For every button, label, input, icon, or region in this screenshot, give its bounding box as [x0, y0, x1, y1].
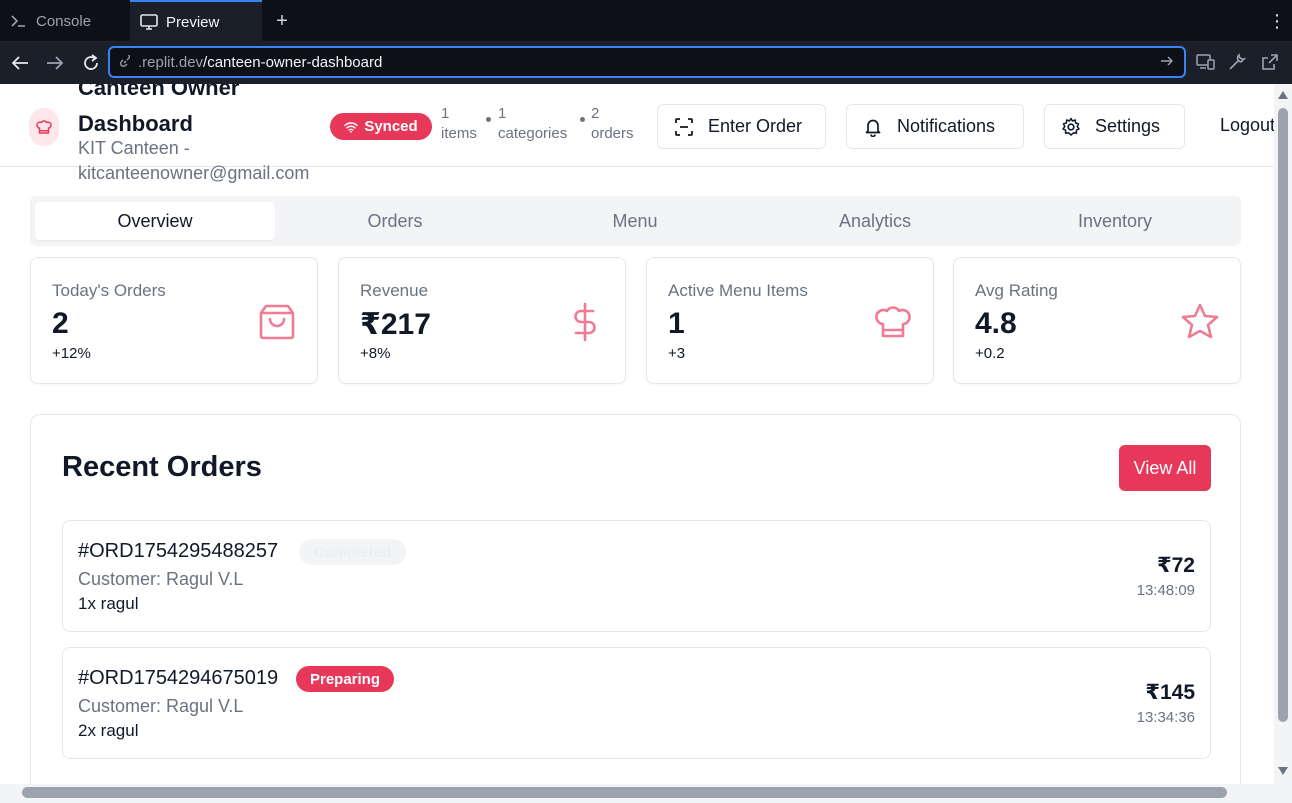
- devices-icon[interactable]: [1196, 53, 1216, 73]
- address-bar: .replit.dev/canteen-owner-dashboard: [0, 42, 1292, 84]
- new-tab-plus-icon[interactable]: +: [272, 10, 292, 32]
- chef-hat-logo-icon: [29, 108, 59, 146]
- order-id: #ORD1754294675019: [78, 667, 279, 689]
- gear-icon: [1061, 117, 1081, 137]
- items-stat: 1 items: [441, 104, 477, 144]
- recent-orders-title: Recent Orders: [62, 451, 262, 483]
- stat-card-revenue: Revenue ₹217 +8%: [338, 257, 626, 384]
- enter-order-label: Enter Order: [708, 116, 803, 136]
- page-viewport: Canteen Owner Dashboard KIT Canteen - ki…: [0, 84, 1274, 784]
- view-all-button[interactable]: View All: [1119, 445, 1211, 491]
- items-count: 1: [441, 105, 450, 122]
- back-arrow-icon[interactable]: [8, 51, 32, 75]
- order-amount: ₹72: [1157, 554, 1195, 577]
- dollar-icon: [565, 302, 605, 342]
- separator-dot: [580, 117, 585, 122]
- stat-value: 2: [52, 307, 69, 340]
- tab-inventory[interactable]: Inventory: [995, 202, 1235, 240]
- wifi-icon: [344, 121, 359, 133]
- order-card[interactable]: #ORD1754294675019 Preparing Customer: Ra…: [62, 647, 1211, 759]
- canteen-subtitle: KIT Canteen - kitcanteenowner@gmail.com: [78, 138, 310, 183]
- monitor-icon: [140, 13, 158, 31]
- tab-analytics[interactable]: Analytics: [755, 202, 995, 240]
- reload-icon[interactable]: [79, 51, 103, 75]
- stat-label: Avg Rating: [975, 281, 1058, 300]
- order-time: 13:34:36: [1136, 709, 1195, 726]
- star-icon: [1180, 302, 1220, 342]
- settings-button[interactable]: Settings: [1044, 104, 1185, 149]
- separator-dot: [486, 117, 491, 122]
- stat-value: 1: [668, 307, 685, 340]
- tab-overview[interactable]: Overview: [35, 202, 275, 240]
- external-link-icon[interactable]: [1261, 53, 1281, 73]
- stat-delta: +12%: [52, 345, 91, 362]
- stat-card-todays-orders: Today's Orders 2 +12%: [30, 257, 318, 384]
- scroll-down-arrow-icon[interactable]: [1277, 766, 1289, 776]
- tab-console[interactable]: Console: [0, 0, 130, 42]
- stat-delta: +8%: [360, 345, 391, 362]
- order-customer: Customer: Ragul V.L: [78, 569, 244, 589]
- order-items: 1x ragul: [78, 594, 139, 613]
- stat-delta: +3: [668, 345, 686, 362]
- stat-label: Revenue: [360, 281, 429, 300]
- order-amount: ₹145: [1145, 681, 1195, 704]
- stat-label: Today's Orders: [52, 281, 166, 300]
- order-customer: Customer: Ragul V.L: [78, 696, 244, 716]
- page-title: Canteen Owner Dashboard: [78, 84, 240, 136]
- stat-card-avg-rating: Avg Rating 4.8 +0.2: [953, 257, 1241, 384]
- order-time: 13:48:09: [1136, 582, 1195, 599]
- terminal-icon: [10, 12, 28, 30]
- notifications-button[interactable]: Notifications: [846, 104, 1024, 149]
- stat-value: 4.8: [975, 307, 1017, 340]
- order-card[interactable]: #ORD1754295488257 Completed Customer: Ra…: [62, 520, 1211, 632]
- tab-orders[interactable]: Orders: [275, 202, 515, 240]
- url-field[interactable]: .replit.dev/canteen-owner-dashboard: [108, 46, 1186, 78]
- scroll-up-arrow-icon[interactable]: [1277, 90, 1289, 100]
- order-items: 2x ragul: [78, 721, 139, 740]
- forward-arrow-icon[interactable]: [43, 51, 67, 75]
- status-badge: Preparing: [296, 666, 394, 692]
- vertical-scroll-thumb[interactable]: [1278, 108, 1288, 722]
- orders-label: orders: [591, 125, 634, 142]
- browser-tab-bar: Console Preview + ⋮: [0, 0, 1292, 42]
- stat-label: Active Menu Items: [668, 281, 808, 300]
- tab-preview-label: Preview: [166, 13, 220, 31]
- orders-count: 2: [591, 105, 600, 122]
- horizontal-scrollbar[interactable]: [0, 784, 1292, 803]
- categories-stat: 1 categories: [498, 104, 567, 144]
- stat-delta: +0.2: [975, 345, 1005, 362]
- tab-menu[interactable]: Menu: [515, 202, 755, 240]
- chef-hat-icon: [873, 302, 913, 342]
- vertical-scrollbar[interactable]: [1274, 84, 1292, 784]
- notifications-label: Notifications: [897, 116, 996, 136]
- dashboard-tabs: Overview Orders Menu Analytics Inventory: [30, 196, 1241, 246]
- wrench-icon[interactable]: [1228, 53, 1248, 73]
- order-id: #ORD1754295488257: [78, 540, 279, 562]
- orders-stat: 2 orders: [591, 104, 634, 144]
- synced-badge: Synced: [330, 113, 432, 140]
- more-vertical-icon[interactable]: ⋮: [1268, 10, 1286, 32]
- enter-order-button[interactable]: Enter Order: [657, 104, 826, 149]
- synced-label: Synced: [364, 118, 418, 135]
- go-arrow-icon[interactable]: [1160, 54, 1176, 70]
- stat-card-active-menu-items: Active Menu Items 1 +3: [646, 257, 934, 384]
- bell-icon: [863, 117, 883, 137]
- stat-value: ₹217: [360, 308, 431, 341]
- recent-orders-panel: Recent Orders View All #ORD1754295488257…: [30, 414, 1241, 784]
- items-label: items: [441, 125, 477, 142]
- shopping-bag-icon: [257, 302, 297, 342]
- categories-count: 1: [498, 105, 507, 122]
- scan-icon: [674, 117, 694, 137]
- url-host: .replit.dev: [138, 53, 204, 71]
- dashboard-header: Canteen Owner Dashboard KIT Canteen - ki…: [0, 84, 1274, 183]
- logout-button[interactable]: Logout: [1220, 115, 1274, 136]
- status-badge: Completed: [299, 539, 406, 565]
- settings-label: Settings: [1095, 116, 1161, 136]
- categories-label: categories: [498, 125, 568, 142]
- url-path: /canteen-owner-dashboard: [203, 53, 383, 71]
- link-icon: [118, 55, 134, 69]
- tab-preview[interactable]: Preview: [130, 0, 262, 42]
- horizontal-scroll-thumb[interactable]: [22, 787, 1227, 798]
- tab-console-label: Console: [36, 12, 92, 30]
